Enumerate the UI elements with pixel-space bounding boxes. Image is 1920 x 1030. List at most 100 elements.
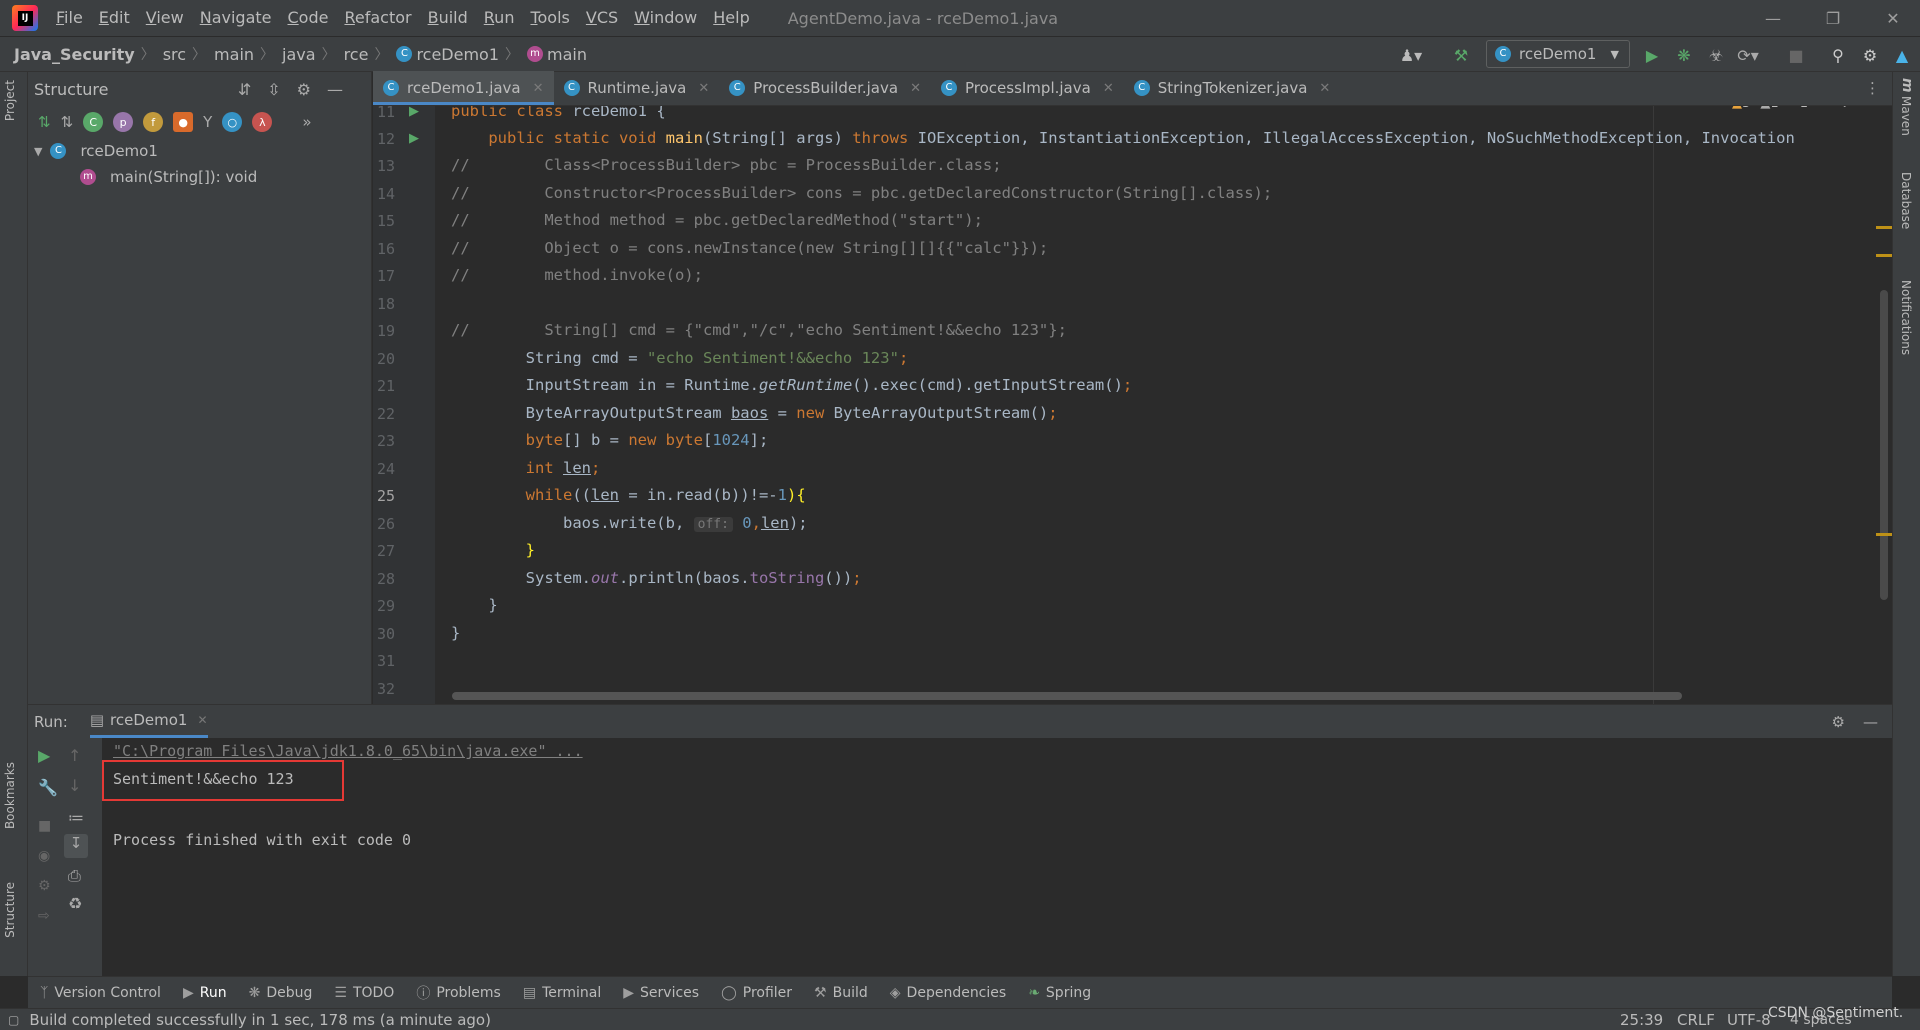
restore-icon[interactable]: ❐ — [1810, 0, 1856, 36]
code-editor[interactable]: public class rceDemo1 { public static vo… — [435, 106, 1892, 704]
layout-toggle-icon[interactable]: ▢ — [8, 1013, 19, 1027]
minimize-icon[interactable]: — — [1863, 713, 1878, 731]
show-properties-icon[interactable]: p — [113, 112, 134, 132]
vertical-scrollbar[interactable] — [1880, 290, 1888, 600]
close-icon[interactable]: ✕ — [698, 81, 709, 96]
run-configuration-select[interactable]: C rceDemo1 ▼ — [1486, 40, 1630, 68]
tab-problems[interactable]: ⓘ Problems — [416, 983, 501, 1003]
error-stripe-mark[interactable] — [1876, 226, 1892, 229]
show-fields-icon[interactable]: f — [143, 112, 164, 132]
tab-stringtokenizer[interactable]: C StringTokenizer.java ✕ — [1124, 71, 1341, 105]
gear-icon[interactable]: ⚙ — [1859, 44, 1881, 66]
tab-profiler[interactable]: ◯ Profiler — [721, 985, 792, 1001]
caret-position[interactable]: 25:39 — [1620, 1011, 1663, 1029]
error-stripe-mark[interactable] — [1876, 533, 1892, 536]
breadcrumb-rce[interactable]: rce — [344, 45, 369, 64]
tab-rcedemo1[interactable]: CrceDemo1.java ✕ — [373, 71, 554, 105]
tab-processimpl[interactable]: C ProcessImpl.java ✕ — [931, 71, 1124, 105]
menu-navigate[interactable]: Navigate — [192, 0, 280, 36]
debug-icon[interactable]: ❋ — [1673, 44, 1695, 66]
run-icon[interactable]: ▶ — [1641, 44, 1663, 66]
tab-run[interactable]: ▶ Run — [183, 985, 227, 1001]
run-tab[interactable]: ▤ rceDemo1 ✕ — [89, 705, 208, 738]
close-icon[interactable]: ✕ — [533, 81, 544, 96]
menu-run[interactable]: Run — [476, 0, 523, 36]
project-tool-label[interactable]: Project — [3, 80, 17, 121]
jetbrains-toolbox-icon[interactable]: ▲ — [1891, 44, 1913, 66]
breadcrumb-src[interactable]: src — [163, 45, 186, 64]
close-icon[interactable]: ✕ — [1870, 0, 1916, 36]
tree-method-main[interactable]: m main(String[]): void — [28, 164, 371, 190]
notifications-tool-label[interactable]: Notifications — [1899, 280, 1913, 355]
bookmarks-tool-label[interactable]: Bookmarks — [3, 762, 17, 829]
tab-terminal[interactable]: ▤ Terminal — [523, 985, 601, 1001]
run-gutter-icon[interactable]: ▶ — [409, 104, 419, 119]
chevron-down-icon[interactable]: ⌄ — [1839, 106, 1850, 111]
stop-icon[interactable]: ■ — [38, 818, 51, 834]
tab-runtime[interactable]: C Runtime.java ✕ — [554, 71, 720, 105]
line-separator[interactable]: CRLF — [1677, 1011, 1715, 1029]
maven-tool-label[interactable]: Maven — [1899, 96, 1913, 136]
tab-dependencies[interactable]: ◈ Dependencies — [890, 985, 1006, 1001]
menu-build[interactable]: Build — [420, 0, 476, 36]
tab-menu-icon[interactable]: ⋮ — [1865, 79, 1880, 97]
tab-todo[interactable]: ☰ TODO — [334, 985, 394, 1001]
close-icon[interactable]: ✕ — [910, 81, 921, 96]
menu-help[interactable]: Help — [705, 0, 757, 36]
database-tool-label[interactable]: Database — [1899, 172, 1913, 229]
coverage-icon[interactable]: ☣ — [1705, 44, 1727, 66]
camera-icon[interactable]: ◉ — [38, 848, 50, 864]
show-lambdas-icon[interactable]: ○ — [222, 112, 243, 132]
tab-build[interactable]: ⚒ Build — [814, 985, 868, 1001]
structure-tool-label[interactable]: Structure — [3, 882, 17, 938]
sort-visibility-icon[interactable]: ⇅ — [61, 113, 74, 131]
gear-icon[interactable]: ⚙ — [1832, 713, 1845, 731]
lambda-icon[interactable]: λ — [252, 112, 273, 132]
menu-code[interactable]: Code — [280, 0, 337, 36]
menu-edit[interactable]: Edit — [91, 0, 138, 36]
search-icon[interactable]: ⚲ — [1827, 44, 1849, 66]
breadcrumb-project[interactable]: Java_Security — [14, 45, 135, 64]
horizontal-scrollbar[interactable] — [452, 692, 1682, 700]
close-icon[interactable]: ✕ — [1103, 81, 1114, 96]
show-non-public-icon[interactable]: ● — [173, 112, 194, 132]
tab-processbuilder[interactable]: C ProcessBuilder.java ✕ — [719, 71, 931, 105]
chevron-up-icon[interactable]: ⌃ — [1820, 106, 1831, 111]
menu-window[interactable]: Window — [626, 0, 705, 36]
status-message[interactable]: Build completed successfully in 1 sec, 1… — [29, 1011, 491, 1029]
sort-alpha-icon[interactable]: ⇅ — [38, 113, 51, 131]
breadcrumb-class[interactable]: rceDemo1 — [416, 45, 499, 64]
console-command-line[interactable]: "C:\Program Files\Java\jdk1.8.0_65\bin\j… — [113, 742, 583, 760]
print-icon[interactable]: ⎙ — [68, 866, 81, 886]
menu-tools[interactable]: Tools — [522, 0, 577, 36]
add-user-icon[interactable]: ♟▾ — [1400, 44, 1422, 66]
tab-version-control[interactable]: ᛉ Version Control — [40, 985, 161, 1001]
close-icon[interactable]: ✕ — [1319, 81, 1330, 96]
show-inherited-icon[interactable]: C — [83, 112, 104, 132]
minimize-icon[interactable]: — — [1750, 0, 1796, 36]
stop-icon[interactable]: ■ — [1785, 44, 1807, 66]
tab-services[interactable]: ▶ Services — [623, 985, 699, 1001]
settings-icon[interactable]: ⚙ — [38, 878, 51, 894]
console-output[interactable]: "C:\Program Files\Java\jdk1.8.0_65\bin\j… — [102, 738, 1892, 976]
tab-spring[interactable]: ❧ Spring — [1028, 985, 1091, 1001]
more-icon[interactable]: » — [302, 113, 311, 131]
profile-icon[interactable]: ⟳▾ — [1737, 44, 1759, 66]
breadcrumb-method[interactable]: main — [547, 45, 587, 64]
run-gutter-icon[interactable]: ▶ — [409, 131, 419, 146]
menu-refactor[interactable]: Refactor — [336, 0, 419, 36]
trash-icon[interactable]: ♻ — [68, 894, 82, 913]
tree-root-class[interactable]: ▼ C rceDemo1 — [28, 138, 371, 164]
close-icon[interactable]: ✕ — [197, 713, 207, 727]
arrow-up-icon[interactable]: ↑ — [68, 746, 81, 765]
tab-debug[interactable]: ❋ Debug — [249, 985, 313, 1001]
menu-vcs[interactable]: VCS — [578, 0, 626, 36]
scroll-to-end-icon[interactable]: ↧ — [64, 834, 88, 858]
arrow-down-icon[interactable]: ↓ — [68, 776, 81, 795]
error-stripe-mark[interactable] — [1876, 254, 1892, 257]
wrench-icon[interactable]: 🔧 — [38, 778, 58, 797]
menu-view[interactable]: View — [138, 0, 192, 36]
rerun-icon[interactable]: ▶ — [38, 746, 50, 765]
exit-icon[interactable]: ⇨ — [38, 908, 50, 924]
breadcrumb-java[interactable]: java — [282, 45, 316, 64]
